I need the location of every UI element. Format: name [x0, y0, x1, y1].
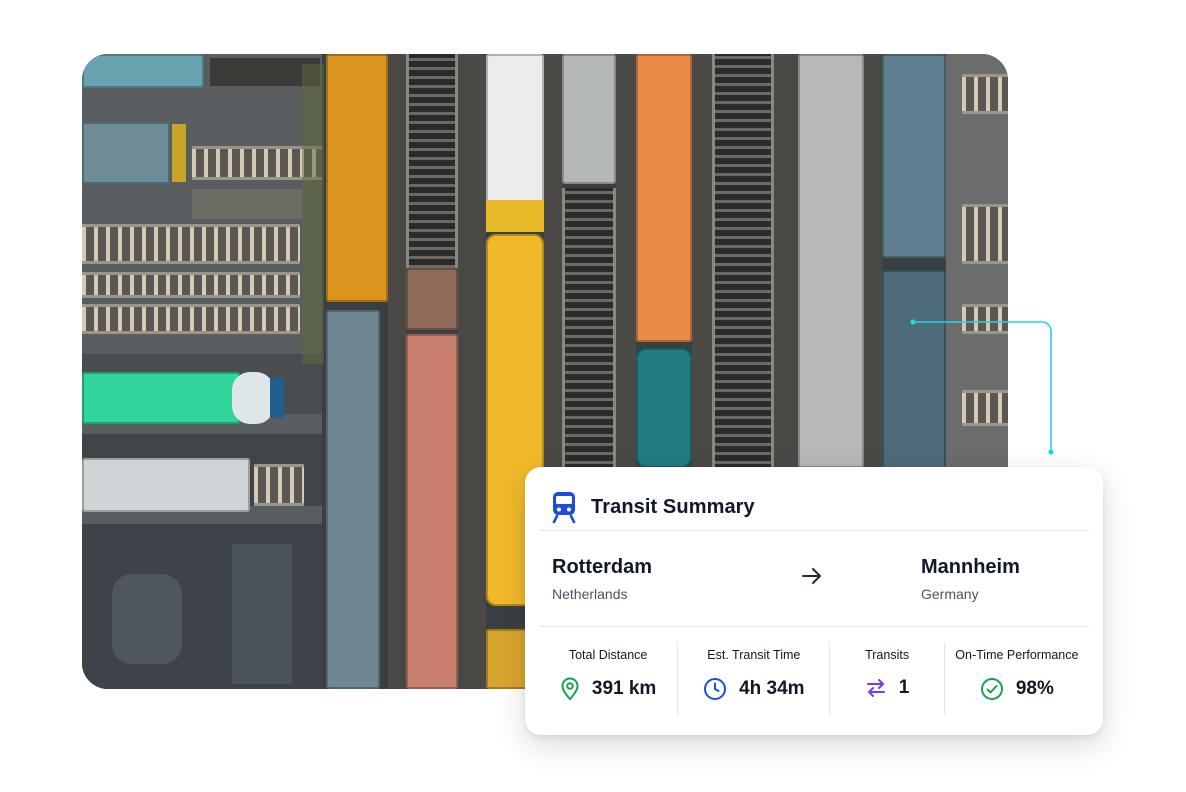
origin: Rotterdam Netherlands — [552, 555, 652, 603]
card-title: Transit Summary — [591, 495, 755, 518]
stat-label: Est. Transit Time — [707, 648, 801, 662]
stat-value: 98% — [1015, 678, 1054, 699]
stat-label: Total Distance — [568, 648, 648, 662]
location-pin-icon — [560, 677, 580, 701]
stats-row: Total Distance 391 km Est. Transit Time — [539, 643, 1089, 715]
origin-city: Rotterdam — [552, 556, 653, 578]
card-header: Transit Summary — [551, 485, 1089, 529]
arrow-right-icon — [801, 565, 823, 592]
stat-label: Transits — [865, 648, 910, 662]
train-icon — [551, 491, 577, 523]
stat-value: 391 km — [591, 678, 657, 699]
stat-value: 1 — [898, 677, 910, 698]
stat-on-time-performance: On-Time Performance 98% — [943, 643, 1089, 715]
check-circle-icon — [980, 677, 1004, 701]
stat-label: On-Time Performance — [955, 648, 1079, 662]
divider — [539, 530, 1089, 531]
swap-arrows-icon — [865, 677, 887, 699]
stat-value: 4h 34m — [739, 678, 805, 699]
transit-summary-card: Transit Summary Rotterdam Netherlands Ma… — [525, 467, 1103, 735]
destination-city: Mannheim — [921, 556, 1020, 578]
stat-total-distance: Total Distance 391 km — [539, 643, 677, 715]
stat-transits: Transits 1 — [829, 643, 943, 715]
divider — [539, 626, 1089, 627]
destination-country: Germany — [921, 586, 979, 602]
origin-country: Netherlands — [552, 586, 628, 602]
clock-icon — [703, 677, 727, 701]
destination: Mannheim Germany — [921, 555, 1020, 603]
stat-transit-time: Est. Transit Time 4h 34m — [677, 643, 829, 715]
